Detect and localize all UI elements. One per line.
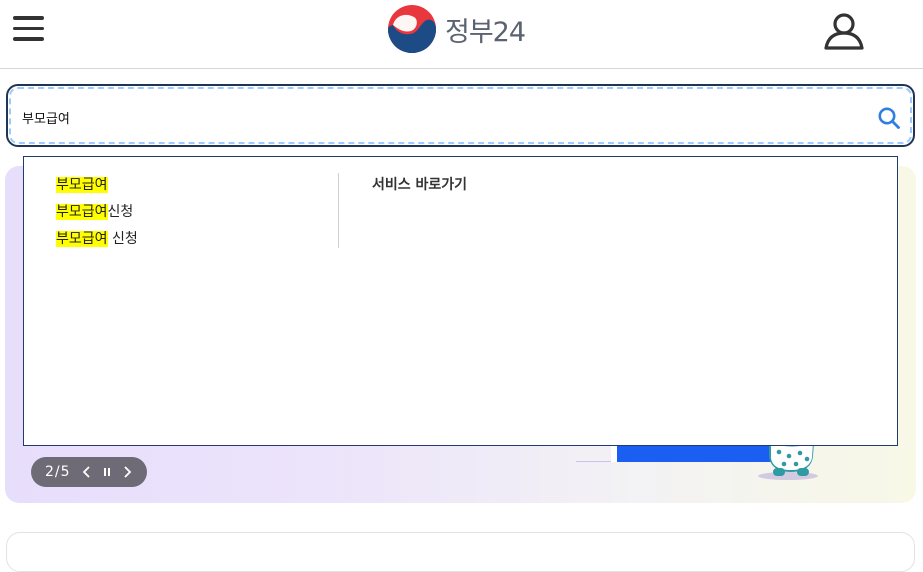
suggestion-item[interactable]: 부모급여 (56, 173, 138, 200)
logo-emblem-icon (388, 5, 436, 53)
suggestion-item[interactable]: 부모급여 신청 (56, 227, 138, 254)
user-icon[interactable] (822, 12, 866, 50)
header: 정부24 (0, 0, 923, 69)
search-input[interactable] (22, 102, 852, 132)
logo-text: 정부24 (445, 16, 526, 48)
suggestion-list: 부모급여 부모급여신청 부모급여 신청 (56, 173, 138, 254)
menu-icon[interactable] (13, 15, 45, 43)
suggestion-rest: 신청 (107, 204, 134, 220)
pager-count: 2/5 (45, 464, 71, 480)
carousel-pager: 2/5 (31, 457, 147, 487)
search-icon[interactable] (877, 106, 901, 130)
autocomplete-dropdown: 부모급여 부모급여신청 부모급여 신청 서비스 바로가기 (23, 156, 898, 446)
divider (338, 173, 339, 248)
chevron-right-icon[interactable] (117, 462, 137, 482)
suggestion-highlight: 부모급여 (56, 231, 108, 247)
search-box (6, 84, 915, 147)
suggestion-highlight: 부모급여 (56, 177, 108, 193)
suggestion-item[interactable]: 부모급여신청 (56, 200, 138, 227)
suggestion-highlight: 부모급여 (56, 204, 108, 220)
chevron-left-icon[interactable] (77, 462, 97, 482)
service-shortcut-title: 서비스 바로가기 (372, 177, 468, 193)
pause-icon[interactable] (97, 462, 117, 482)
content-card (6, 532, 915, 572)
suggestion-rest: 신청 (107, 231, 138, 247)
logo[interactable]: 정부24 (387, 4, 526, 54)
